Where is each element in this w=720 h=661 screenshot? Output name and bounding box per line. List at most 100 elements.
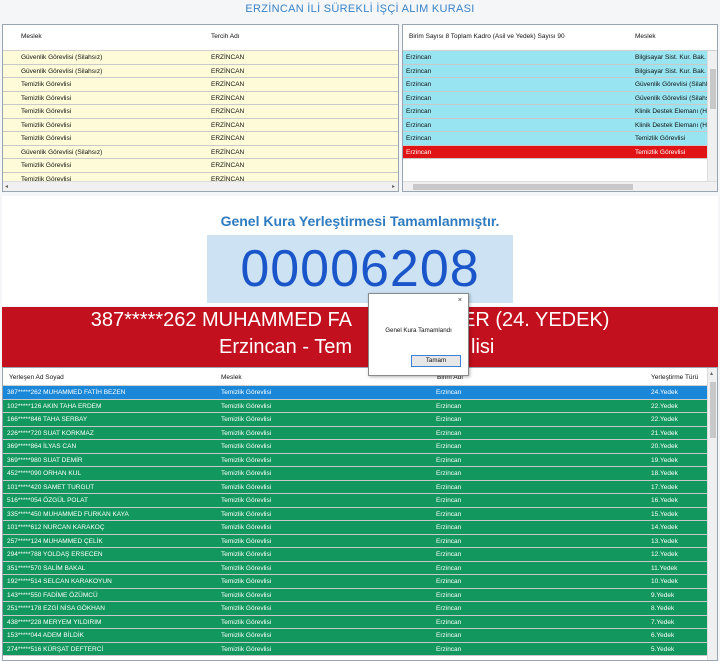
table-row[interactable]: Güvenlik Görevlisi (Silahsız) ERZİNCAN bbox=[3, 64, 398, 78]
cell-meslek: Temizlik Görevlisi bbox=[221, 537, 272, 545]
table-row[interactable]: 166*****846 TAHA SERBAY Temizlik Görevlis… bbox=[3, 413, 717, 427]
right-grid[interactable]: Birim Sayısı 8 Toplam Kadro (Asil ve Yed… bbox=[402, 24, 718, 192]
table-row[interactable]: 153*****044 ADEM BİLDİK Temizlik Görevlis… bbox=[3, 629, 717, 643]
table-row[interactable]: 369*****980 SUAT DEMİR Temizlik Görevlisi… bbox=[3, 453, 717, 467]
table-row[interactable]: Güvenlik Görevlisi (Silahsız) ERZİNCAN bbox=[3, 145, 398, 159]
cell-meslek: Temizlik Görevlisi bbox=[21, 81, 72, 88]
cell-tur: 21.Yedek bbox=[651, 429, 678, 437]
table-row[interactable]: Temizlik Görevlisi ERZİNCAN bbox=[3, 105, 398, 119]
col-birim[interactable]: Birim Sayısı 8 Toplam Kadro (Asil ve Yed… bbox=[409, 33, 565, 40]
table-row[interactable]: 387*****262 MUHAMMED FATİH BEZEN Temizlik… bbox=[3, 386, 717, 400]
cell-birim: Erzincan bbox=[436, 470, 462, 477]
table-row[interactable]: Temizlik Görevlisi ERZİNCAN bbox=[3, 132, 398, 146]
table-row[interactable]: 251*****178 EZGİ NİSA GÖKHAN Temizlik Gör… bbox=[3, 602, 717, 616]
cell-birim: Erzincan bbox=[436, 402, 462, 410]
cell-ad-soyad: 452*****090 ORHAN KUL bbox=[7, 470, 82, 477]
cell-ad-soyad: 274*****516 KÜRŞAT DEFTERCİ bbox=[7, 645, 104, 653]
completion-headline: Genel Kura Yerleştirmesi Tamamlanmıştır. bbox=[220, 213, 500, 229]
table-row[interactable]: Erzincan Güvenlik Görevlisi (Silahsız) bbox=[403, 91, 717, 105]
close-icon[interactable]: × bbox=[458, 297, 462, 304]
cell-birim: Erzincan bbox=[436, 443, 462, 450]
col-tur[interactable]: Yerleştirme Türü bbox=[651, 374, 698, 381]
table-row[interactable]: Erzincan Klinik Destek Elemanı (Hastane bbox=[403, 118, 717, 132]
results-vscroll[interactable]: ▴ bbox=[707, 368, 717, 660]
cell-meslek: Temizlik Görevlisi bbox=[635, 148, 686, 156]
cell-ad-soyad: 101*****420 SAMET TURGUT bbox=[7, 483, 95, 491]
cell-meslek: Temizlik Görevlisi bbox=[21, 121, 72, 129]
col-tercih[interactable]: Tercih Adı bbox=[211, 33, 240, 40]
cell-birim: Erzincan bbox=[436, 537, 462, 545]
ok-button[interactable]: Tamam bbox=[411, 355, 461, 367]
table-row[interactable]: Erzincan Temizlik Görevlisi bbox=[403, 145, 717, 159]
table-row[interactable]: Temizlik Görevlisi ERZİNCAN bbox=[3, 91, 398, 105]
cell-tur: 8.Yedek bbox=[651, 605, 675, 612]
cell-ad-soyad: 226*****720 SUAT KORKMAZ bbox=[7, 429, 94, 437]
table-row[interactable]: 335*****450 MUHAMMED FURKAN KAYA Temizlik… bbox=[3, 507, 717, 521]
cell-tur: 14.Yedek bbox=[651, 524, 678, 531]
cell-birim: Erzincan bbox=[436, 645, 462, 653]
right-hscroll[interactable] bbox=[403, 181, 717, 191]
table-row[interactable]: 351*****570 SALİM BAKAL Temizlik Görevlis… bbox=[3, 561, 717, 575]
cell-meslek: Güvenlik Görevlisi (Silahsız) bbox=[21, 67, 103, 75]
col-ad-soyad[interactable]: Yerleşen Ad Soyad bbox=[9, 374, 64, 381]
cell-meslek: Güvenlik Görevlisi (Silahsız) bbox=[21, 148, 103, 156]
table-row[interactable]: 101*****420 SAMET TURGUT Temizlik Görevli… bbox=[3, 480, 717, 494]
col-meslek[interactable]: Meslek bbox=[21, 33, 42, 40]
table-row[interactable]: 101*****612 NURCAN KARAKOÇ Temizlik Görev… bbox=[3, 521, 717, 535]
results-grid[interactable]: Yerleşen Ad Soyad Meslek Birim Adı Yerle… bbox=[2, 367, 718, 661]
page-title: ERZİNCAN İLİ SÜREKLİ İŞÇİ ALIM KURASI bbox=[245, 3, 475, 15]
cell-birim: Erzincan bbox=[436, 497, 462, 504]
left-grid-header: Meslek Tercih Adı bbox=[3, 25, 398, 51]
table-row[interactable]: 438*****228 MERYEM YILDIRIM Temizlik Göre… bbox=[3, 615, 717, 629]
table-row[interactable]: Güvenlik Görevlisi (Silahsız) ERZİNCAN bbox=[3, 51, 398, 65]
table-row[interactable]: 192*****514 SELCAN KARAKOYUN Temizlik Gör… bbox=[3, 575, 717, 589]
scroll-thumb[interactable] bbox=[710, 69, 716, 109]
cell-tur: 16.Yedek bbox=[651, 497, 678, 504]
left-grid[interactable]: Meslek Tercih Adı Güvenlik Görevlisi (Si… bbox=[2, 24, 399, 192]
scroll-up-icon[interactable]: ▴ bbox=[710, 370, 713, 377]
table-row[interactable]: Erzincan Bilgisayar Sist. Kur. Bak. On. v… bbox=[403, 64, 717, 78]
cell-ad-soyad: 387*****262 MUHAMMED FATİH BEZEN bbox=[7, 389, 126, 396]
table-row[interactable]: 102*****126 AKIN TAHA ERDEM Temizlik Göre… bbox=[3, 399, 717, 413]
left-hscroll[interactable]: ◂ ▸ bbox=[3, 181, 398, 191]
cell-meslek: Bilgisayar Sist. Kur. Bak. On. ve bbox=[635, 54, 707, 61]
table-row[interactable]: 452*****090 ORHAN KUL Temizlik Görevlisi E… bbox=[3, 467, 717, 481]
table-row[interactable]: 369*****864 İLYAS CAN Temizlik Görevlisi E… bbox=[3, 440, 717, 454]
cell-meslek: Temizlik Görevlisi bbox=[221, 483, 272, 491]
scroll-right-icon[interactable]: ▸ bbox=[392, 183, 395, 190]
table-row[interactable]: Erzincan Güvenlik Görevlisi (Silahlı) bbox=[403, 78, 717, 92]
right-vscroll[interactable] bbox=[707, 51, 717, 181]
table-row[interactable]: 226*****720 SUAT KORKMAZ Temizlik Görevli… bbox=[3, 426, 717, 440]
table-row[interactable]: Temizlik Görevlisi ERZİNCAN bbox=[3, 159, 398, 173]
table-row[interactable]: Erzincan Temizlik Görevlisi bbox=[403, 132, 717, 146]
table-row[interactable]: 257*****124 MUHAMMED ÇELİK Temizlik Görev… bbox=[3, 534, 717, 548]
cell-tercih: ERZİNCAN bbox=[211, 108, 245, 115]
scroll-thumb[interactable] bbox=[710, 382, 716, 438]
cell-meslek: Temizlik Görevlisi bbox=[221, 429, 272, 437]
cell-birim: Erzincan bbox=[436, 389, 462, 396]
col-meslek[interactable]: Meslek bbox=[635, 33, 656, 40]
cell-ad-soyad: 101*****612 NURCAN KARAKOÇ bbox=[7, 524, 105, 531]
table-row[interactable]: 143*****550 FADİME ÖZÜMCÜ Temizlik Görevl… bbox=[3, 588, 717, 602]
table-row[interactable]: 294*****788 YOLDAŞ ERSECEN Temizlik Görev… bbox=[3, 548, 717, 562]
table-row[interactable]: 516*****054 ÖZGÜL POLAT Temizlik Görevlis… bbox=[3, 494, 717, 508]
cell-meslek: Temizlik Görevlisi bbox=[21, 135, 72, 142]
cell-tur: 6.Yedek bbox=[651, 632, 675, 639]
table-row[interactable]: 274*****516 KÜRŞAT DEFTERCİ Temizlik Göre… bbox=[3, 642, 717, 656]
cell-birim: Erzincan bbox=[406, 121, 432, 129]
cell-meslek: Temizlik Görevlisi bbox=[21, 108, 72, 115]
table-row[interactable]: Erzincan Bilgisayar Sist. Kur. Bak. On. v… bbox=[403, 51, 717, 65]
col-meslek[interactable]: Meslek bbox=[221, 374, 242, 381]
cell-tercih: ERZİNCAN bbox=[211, 148, 245, 156]
cell-meslek: Temizlik Görevlisi bbox=[221, 618, 272, 626]
table-row[interactable]: Temizlik Görevlisi ERZİNCAN bbox=[3, 118, 398, 132]
cell-meslek: Temizlik Görevlisi bbox=[21, 162, 72, 169]
table-row[interactable]: Temizlik Görevlisi ERZİNCAN bbox=[3, 78, 398, 92]
cell-tur: 22.Yedek bbox=[651, 416, 678, 423]
table-row[interactable]: Erzincan Klinik Destek Elemanı (Hastane bbox=[403, 105, 717, 119]
cell-meslek: Güvenlik Görevlisi (Silahsız) bbox=[635, 94, 707, 102]
right-grid-header: Birim Sayısı 8 Toplam Kadro (Asil ve Yed… bbox=[403, 25, 717, 51]
scroll-left-icon[interactable]: ◂ bbox=[5, 183, 8, 190]
cell-ad-soyad: 351*****570 SALİM BAKAL bbox=[7, 564, 86, 572]
scroll-thumb[interactable] bbox=[413, 184, 633, 190]
